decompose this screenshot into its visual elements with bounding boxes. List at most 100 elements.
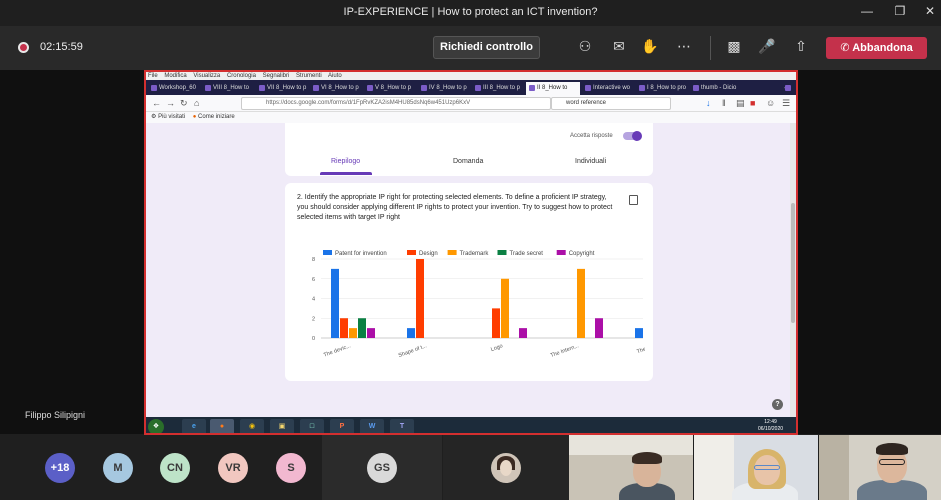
close-icon[interactable]: ✕: [921, 4, 939, 18]
browser-tab-active[interactable]: II 8_How to: [526, 82, 580, 95]
accept-responses-toggle[interactable]: [623, 131, 642, 141]
participant-avatar[interactable]: S: [276, 453, 306, 483]
hamburger-icon[interactable]: ☰: [782, 98, 790, 109]
account-icon[interactable]: ☺: [766, 98, 775, 108]
menu-bookmarks[interactable]: Segnalibri: [263, 73, 290, 79]
recording-icon: [18, 42, 29, 53]
chrome-icon[interactable]: ◉: [240, 419, 264, 433]
menu-history[interactable]: Cronologia: [227, 73, 256, 79]
more-options-icon[interactable]: ⋯: [674, 38, 694, 55]
legend-swatch: [323, 250, 332, 255]
chart-bar: [416, 259, 424, 338]
x-tick-label: The o...: [636, 343, 645, 355]
legend-swatch: [556, 250, 566, 255]
word-icon[interactable]: W: [360, 419, 384, 433]
chart-bar: [595, 318, 603, 338]
more-participants-badge[interactable]: +18: [45, 453, 75, 483]
tab-individual[interactable]: Individuali: [575, 158, 606, 165]
powerpoint-icon[interactable]: P: [330, 419, 354, 433]
leave-button[interactable]: ✆ Abbandona: [826, 37, 927, 59]
windows-taskbar: ❖ e ● ◉ ▣ □ P W T 12:49 06/10/2020: [146, 417, 796, 433]
monitor-icon[interactable]: □: [300, 419, 324, 433]
participant-avatar: GS: [367, 453, 397, 483]
participant-video[interactable]: [819, 435, 941, 500]
bookmark-most-visited[interactable]: Più visitati: [158, 114, 185, 120]
browser-tab[interactable]: V 8_How to p: [364, 82, 416, 95]
mic-off-icon[interactable]: 🎤: [757, 38, 777, 55]
browser-tab[interactable]: III 8_How to p: [472, 82, 524, 95]
url-bar[interactable]: https://docs.google.com/forms/d/1FpRvKZA…: [241, 97, 551, 110]
tab-summary[interactable]: Riepilogo: [331, 158, 360, 165]
participant-tile-photo[interactable]: [443, 435, 569, 500]
home-icon[interactable]: ⌂: [194, 98, 199, 108]
ie-icon[interactable]: e: [182, 419, 206, 433]
camera-off-icon[interactable]: ▩: [724, 38, 744, 55]
start-icon[interactable]: ❖: [148, 419, 164, 433]
browser-tab[interactable]: I 8_How to pro: [636, 82, 688, 95]
menu-tools[interactable]: Strumenti: [296, 73, 322, 79]
bookmark-gear-icon: ⚙: [151, 114, 157, 120]
presenter-name: Filippo Silipigni: [25, 410, 86, 420]
help-icon[interactable]: ?: [772, 399, 783, 410]
search-input[interactable]: word reference: [551, 97, 671, 110]
participant-video[interactable]: [569, 435, 693, 500]
menu-help[interactable]: Aiuto: [328, 73, 342, 79]
taskbar-clock: 12:49 06/10/2020: [758, 419, 783, 433]
video-person-hair: [876, 443, 908, 455]
participants-strip: +18 M CN VR S GS: [0, 435, 941, 500]
participant-tile[interactable]: GS: [322, 435, 442, 500]
chart-bar: [358, 318, 366, 338]
menu-file[interactable]: File: [148, 73, 158, 79]
browser-navbar: ← → ↻ ⌂ https://docs.google.com/forms/d/…: [146, 95, 796, 112]
legend-swatch: [407, 250, 416, 255]
browser-tab[interactable]: thumb - Dicio: [690, 82, 742, 95]
participant-avatar[interactable]: M: [103, 453, 133, 483]
library-icon[interactable]: ‖: [722, 98, 726, 108]
download-icon[interactable]: ↓: [706, 98, 711, 108]
reload-icon[interactable]: ↻: [180, 98, 188, 109]
menu-edit[interactable]: Modifica: [164, 73, 186, 79]
browser-tab[interactable]: Interactive wo: [582, 82, 634, 95]
sidebar-icon[interactable]: ▤: [736, 98, 745, 109]
scrollbar-thumb[interactable]: [791, 203, 795, 323]
copy-icon[interactable]: [629, 195, 638, 205]
share-screen-icon[interactable]: ⇧: [791, 38, 811, 55]
bar-chart: Patent for invention Design Trademark Trade…: [312, 250, 645, 359]
tab-question[interactable]: Domanda: [453, 158, 483, 165]
raise-hand-icon[interactable]: ✋: [640, 38, 660, 55]
video-wall: [569, 435, 693, 455]
browser-tab[interactable]: VIII 8_How to: [202, 82, 254, 95]
chat-icon[interactable]: ✉: [609, 38, 629, 55]
bookmark-getting-started[interactable]: Come iniziare: [198, 114, 235, 120]
meeting-toolbar: 02:15:59 Richiedi controllo ⚇ ✉ ✋ ⋯ ▩ 🎤 …: [0, 26, 941, 70]
browser-tab[interactable]: Workshop_60: [148, 82, 200, 95]
participant-avatar[interactable]: CN: [160, 453, 190, 483]
back-icon[interactable]: ←: [152, 98, 161, 108]
y-tick-label: 6: [312, 277, 315, 283]
page-scrollbar[interactable]: [790, 123, 796, 417]
video-person-body: [857, 480, 927, 500]
firefox-taskbar-icon[interactable]: ●: [210, 419, 234, 433]
browser-tab[interactable]: VII 8_How to p: [256, 82, 308, 95]
glasses-icon: [879, 459, 905, 465]
browser-tab[interactable]: VI 8_How to p: [310, 82, 362, 95]
participants-icon[interactable]: ⚇: [575, 38, 595, 55]
y-tick-label: 2: [312, 316, 315, 322]
minimize-icon[interactable]: —: [858, 4, 876, 18]
y-tick-label: 8: [312, 257, 315, 263]
new-tab-icon[interactable]: +: [782, 82, 794, 95]
pdf-icon[interactable]: ■: [750, 98, 755, 108]
menu-view[interactable]: Visualizza: [193, 73, 220, 79]
participant-photo-avatar: [491, 453, 521, 483]
participant-video[interactable]: [694, 435, 818, 500]
explorer-icon[interactable]: ▣: [270, 419, 294, 433]
firefox-icon: ●: [192, 114, 197, 120]
browser-tab[interactable]: IV 8_How to p: [418, 82, 470, 95]
request-control-button[interactable]: Richiedi controllo: [433, 36, 540, 59]
participant-avatar[interactable]: VR: [218, 453, 248, 483]
forward-icon[interactable]: →: [166, 98, 175, 108]
teams-icon[interactable]: T: [390, 419, 414, 433]
maximize-icon[interactable]: ❐: [891, 4, 909, 18]
chart-bar: [577, 268, 585, 338]
question-card: 2. Identify the appropriate IP right for…: [285, 183, 653, 381]
